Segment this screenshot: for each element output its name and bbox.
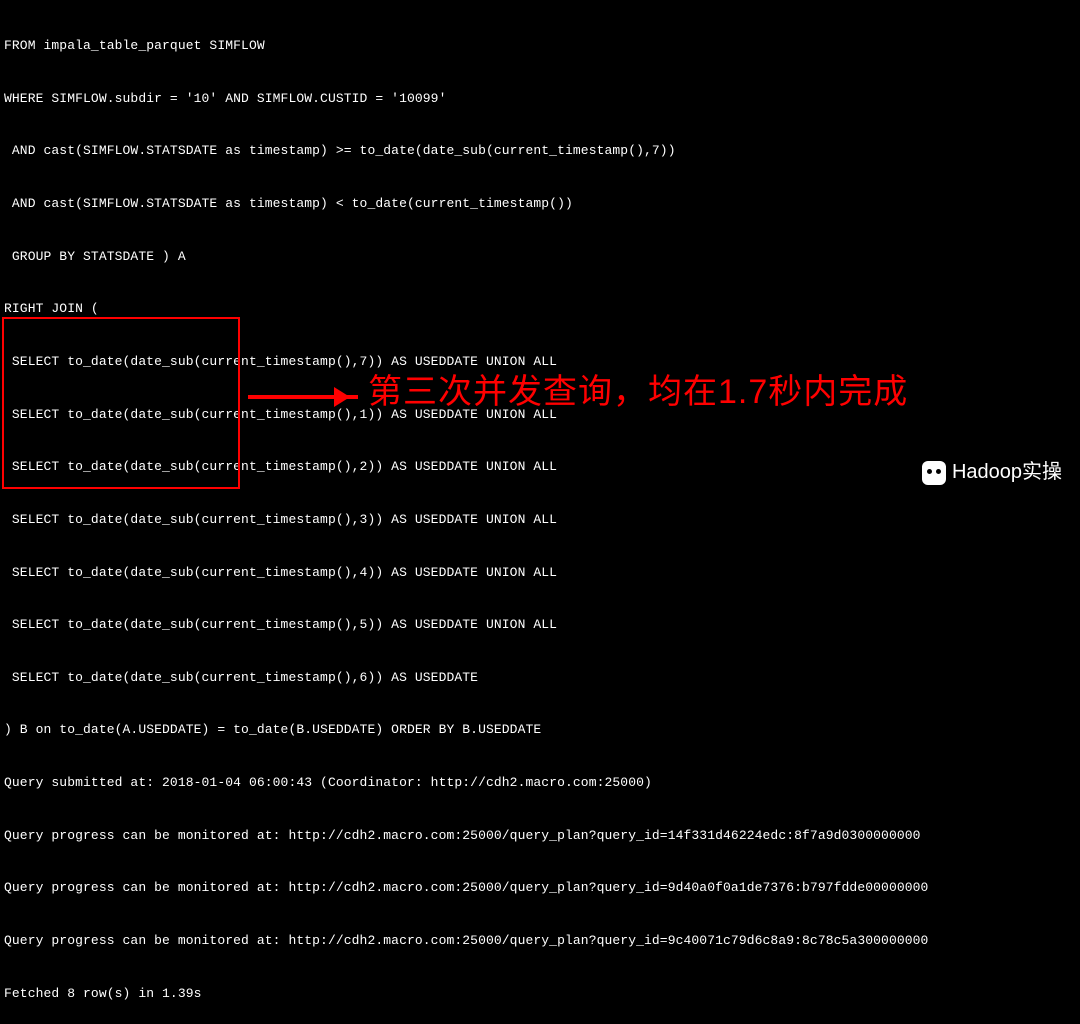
sql-line: SELECT to_date(date_sub(current_timestam… [4,458,1076,476]
sql-line: WHERE SIMFLOW.subdir = '10' AND SIMFLOW.… [4,90,1076,108]
query-progress: Query progress can be monitored at: http… [4,879,1076,897]
sql-line: SELECT to_date(date_sub(current_timestam… [4,353,1076,371]
query-submitted: Query submitted at: 2018-01-04 06:00:43 … [4,774,1076,792]
sql-line: GROUP BY STATSDATE ) A [4,248,1076,266]
sql-line: SELECT to_date(date_sub(current_timestam… [4,616,1076,634]
sql-line: SELECT to_date(date_sub(current_timestam… [4,564,1076,582]
sql-line: SELECT to_date(date_sub(current_timestam… [4,511,1076,529]
sql-line: AND cast(SIMFLOW.STATSDATE as timestamp)… [4,142,1076,160]
sql-line: AND cast(SIMFLOW.STATSDATE as timestamp)… [4,195,1076,213]
query-progress: Query progress can be monitored at: http… [4,932,1076,950]
terminal-output[interactable]: FROM impala_table_parquet SIMFLOW WHERE … [4,2,1076,1024]
sql-line: SELECT to_date(date_sub(current_timestam… [4,406,1076,424]
sql-line: ) B on to_date(A.USEDDATE) = to_date(B.U… [4,721,1076,739]
fetch-result: Fetched 8 row(s) in 1.39s [4,985,1076,1003]
query-progress: Query progress can be monitored at: http… [4,827,1076,845]
sql-line: SELECT to_date(date_sub(current_timestam… [4,669,1076,687]
sql-line: RIGHT JOIN ( [4,300,1076,318]
sql-line: FROM impala_table_parquet SIMFLOW [4,37,1076,55]
